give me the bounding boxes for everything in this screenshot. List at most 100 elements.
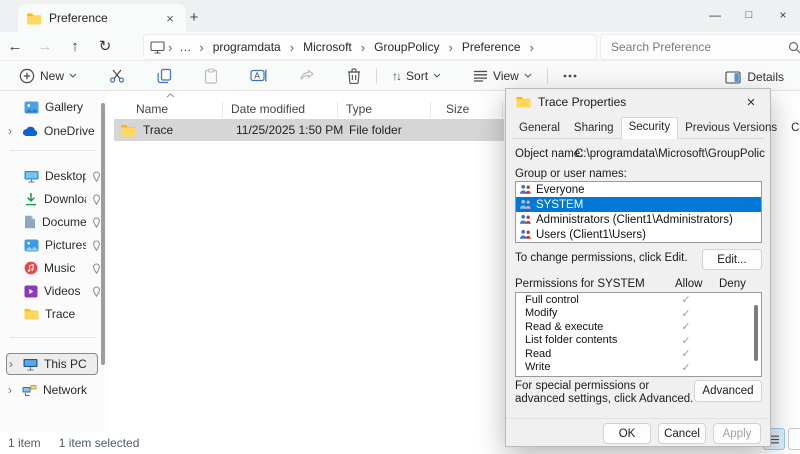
minimize-button[interactable]: — [698,0,732,32]
column-separator[interactable] [337,102,338,117]
chevron-right-icon[interactable]: › [198,40,204,55]
sidebar-item-network[interactable]: › Network [6,379,102,401]
new-button[interactable]: New [10,63,86,89]
expand-chevron-icon[interactable]: › [8,124,16,138]
maximize-button[interactable]: □ [732,0,766,32]
group-user-listbox: Everyone SYSTEM Administrators (Client1\… [515,181,762,243]
sidebar-item-pictures[interactable]: Pictures [6,234,102,256]
details-pane-button[interactable]: Details [717,64,792,90]
paste-icon [204,67,218,84]
copy-button[interactable] [148,63,181,89]
breadcrumb-overflow[interactable]: … [175,40,196,54]
rename-button[interactable]: A [241,63,276,89]
breadcrumb-item-microsoft[interactable]: Microsoft [297,40,358,54]
expand-chevron-icon[interactable]: › [9,357,17,371]
permission-row-read-execute[interactable]: Read & execute ✓ [516,320,761,334]
more-options-button[interactable] [554,63,586,89]
explorer-tab[interactable]: Preference × [18,4,186,32]
group-item-everyone[interactable]: Everyone [516,182,761,197]
toolbar-divider [546,67,548,84]
sort-button[interactable]: ↑↓ Sort [383,63,450,89]
chevron-right-icon[interactable]: › [447,40,453,55]
search-box[interactable] [600,34,800,60]
breadcrumb: › … › programdata › Microsoft › GroupPol… [143,34,597,60]
sidebar-item-gallery[interactable]: Gallery [6,96,102,118]
permission-row-list-folder-contents[interactable]: List folder contents ✓ [516,334,761,348]
share-button[interactable] [290,63,324,89]
permissions-scrollbar[interactable] [754,305,758,361]
tab-general[interactable]: General [512,119,567,138]
tab-sharing[interactable]: Sharing [567,119,621,138]
dialog-close-icon[interactable]: × [742,94,760,111]
column-separator[interactable] [430,102,431,117]
permission-row-read[interactable]: Read ✓ [516,347,761,361]
sidebar-item-documents[interactable]: Documents [6,211,102,233]
search-input[interactable] [609,39,788,55]
sidebar-scrollbar[interactable] [101,103,105,365]
object-name-row: Object name: C:\programdata\Microsoft\Gr… [515,148,765,160]
gallery-icon [24,101,39,114]
up-button[interactable]: ↑ [60,38,90,55]
sidebar-item-desktop[interactable]: Desktop [6,165,102,187]
advanced-button[interactable]: Advanced [694,380,762,402]
tab-previous-versions[interactable]: Previous Versions [678,119,784,138]
sidebar-item-videos[interactable]: Videos [6,280,102,302]
users-icon [519,184,532,195]
forward-button[interactable]: → [30,38,60,55]
breadcrumb-item-grouppolicy[interactable]: GroupPolicy [368,40,445,54]
column-separator[interactable] [222,102,223,117]
column-separator[interactable] [502,102,503,117]
delete-button[interactable] [338,63,370,89]
breadcrumb-item-preference[interactable]: Preference [456,40,527,54]
sidebar-item-downloads[interactable]: Downloads [6,188,102,210]
chevron-right-icon[interactable]: › [529,40,535,55]
group-item-administrators[interactable]: Administrators (Client1\Administrators) [516,212,761,227]
file-row-trace[interactable]: Trace 11/25/2025 1:50 PM File folder [114,119,504,141]
permission-row-modify[interactable]: Modify ✓ [516,307,761,321]
permission-row-write[interactable]: Write ✓ [516,361,761,375]
chevron-right-icon[interactable]: › [360,40,366,55]
tab-close-icon[interactable]: × [162,11,178,26]
tab-bar: Preference × + — □ × [0,0,800,32]
cut-button[interactable] [100,63,134,89]
new-tab-button[interactable]: + [184,8,204,28]
group-item-system[interactable]: SYSTEM [516,197,761,212]
column-header-size[interactable]: Size [446,102,469,116]
chevron-right-icon[interactable]: › [289,40,295,55]
paste-button[interactable] [195,63,227,89]
breadcrumb-item-programdata[interactable]: programdata [207,40,287,54]
sidebar-item-onedrive[interactable]: › OneDrive [6,120,102,142]
downloads-icon [24,192,38,206]
apply-button[interactable]: Apply [713,423,761,444]
column-header-date-modified[interactable]: Date modified [231,102,305,116]
sidebar-item-this-pc[interactable]: › This PC [6,353,98,375]
sidebar-item-trace[interactable]: Trace [6,303,102,325]
tab-security[interactable]: Security [620,117,679,139]
permissions-label: Permissions for SYSTEM [515,278,645,290]
file-date-modified: 11/25/2025 1:50 PM [236,123,344,137]
column-header-name[interactable]: Name [136,102,168,116]
item-count: 1 item [8,436,41,450]
close-button[interactable]: × [766,0,800,32]
chevron-down-icon [433,73,441,78]
edit-button[interactable]: Edit... [702,249,762,270]
copy-icon [157,68,172,84]
column-header-type[interactable]: Type [346,102,372,116]
chevron-right-icon[interactable]: › [167,40,173,55]
back-button[interactable]: ← [0,38,30,55]
view-lines-icon [473,70,488,82]
permission-row-full-control[interactable]: Full control ✓ [516,293,761,307]
pictures-icon [24,239,39,252]
refresh-button[interactable]: ↻ [90,37,120,55]
cancel-button[interactable]: Cancel [658,423,706,444]
expand-chevron-icon[interactable]: › [8,383,16,397]
tab-customize[interactable]: Customize [784,119,800,138]
ok-button[interactable]: OK [603,423,651,444]
view-button[interactable]: View [464,63,541,89]
sidebar-item-music[interactable]: Music [6,257,102,279]
dialog-title: Trace Properties [538,95,627,109]
trace-properties-dialog: Trace Properties × General Sharing Secur… [505,88,800,447]
dialog-title-bar: Trace Properties × [506,89,770,115]
thumbnail-view-toggle-button[interactable] [788,428,800,450]
group-item-users[interactable]: Users (Client1\Users) [516,227,761,242]
